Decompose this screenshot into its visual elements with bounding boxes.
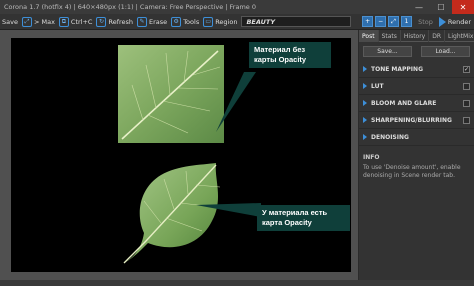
section-label: BLOOM AND GLARE <box>371 99 437 107</box>
tone-mapping-checkbox[interactable]: ✓ <box>463 65 470 73</box>
close-button[interactable]: ✕ <box>452 0 474 14</box>
save-button[interactable]: Save <box>0 14 20 30</box>
zoom-out-icon[interactable]: − <box>375 16 387 27</box>
tools-icon: ⚙ <box>171 16 182 27</box>
tab-post[interactable]: Post <box>359 30 379 42</box>
tab-lightmix[interactable]: LightMix <box>445 30 474 42</box>
render-element-select[interactable]: BEAUTY <box>241 16 352 27</box>
section-label: SHARPENING/BLURRING <box>371 116 452 124</box>
toolbar: Save ⤢ > Max ⧉ Ctrl+C ↻ Refresh ✎ Erase … <box>0 14 474 30</box>
section-tone-mapping[interactable]: TONE MAPPING ✓ <box>359 61 474 78</box>
section-lut[interactable]: LUT <box>359 78 474 95</box>
window-controls: — ☐ ✕ <box>408 0 474 14</box>
sharpening-checkbox[interactable] <box>463 116 470 124</box>
section-label: LUT <box>371 82 384 90</box>
render-button[interactable]: Render <box>438 16 471 27</box>
post-panel: Post Stats History DR LightMix Save... L… <box>359 30 474 280</box>
expand-arrow-icon <box>363 100 367 106</box>
toolbar-right: + − ⤢ 1 Stop Render <box>362 16 474 27</box>
expand-arrow-icon <box>363 117 367 123</box>
region-button[interactable]: ▭ Region <box>201 14 239 30</box>
status-bar <box>0 280 474 286</box>
section-label: TONE MAPPING <box>371 65 423 73</box>
region-label: Region <box>215 17 238 26</box>
title-bar: Corona 1.7 (hotfix 4) | 640×480px (1:1) … <box>0 0 474 14</box>
copy-button[interactable]: ⧉ Ctrl+C <box>57 14 95 30</box>
refresh-label: Refresh <box>108 17 134 26</box>
callout-no-opacity: Материал без карты Opacity <box>249 42 331 68</box>
stop-button[interactable]: Stop <box>414 18 437 26</box>
tools-label: Tools <box>183 17 200 26</box>
expand-arrow-icon <box>363 83 367 89</box>
erase-button[interactable]: ✎ Erase <box>135 14 169 30</box>
erase-icon: ✎ <box>137 16 148 27</box>
max-button[interactable]: ⤢ > Max <box>20 14 57 30</box>
load-settings-button[interactable]: Load... <box>421 46 470 57</box>
callout-pointer-bottom <box>196 203 261 217</box>
panel-buttons: Save... Load... <box>359 42 474 61</box>
minimize-button[interactable]: — <box>408 0 430 14</box>
lut-checkbox[interactable] <box>463 82 470 90</box>
copy-label: Ctrl+C <box>70 17 93 26</box>
tools-button[interactable]: ⚙ Tools <box>169 14 201 30</box>
zoom-in-icon[interactable]: + <box>362 16 374 27</box>
tab-dr[interactable]: DR <box>429 30 446 42</box>
callout-with-opacity: У материала есть карта Opacity <box>257 205 350 231</box>
section-sharpening-blurring[interactable]: SHARPENING/BLURRING <box>359 112 474 129</box>
erase-label: Erase <box>149 17 168 26</box>
leaf-image-no-opacity <box>118 45 224 143</box>
tab-stats[interactable]: Stats <box>379 30 401 42</box>
refresh-icon: ↻ <box>96 16 107 27</box>
render-canvas[interactable]: Материал без карты Opacity У материала е… <box>11 38 351 272</box>
zoom-fit-icon[interactable]: ⤢ <box>388 16 400 27</box>
section-label: DENOISING <box>371 133 409 141</box>
maximize-viewport-icon: ⤢ <box>21 16 32 27</box>
panel-tabs: Post Stats History DR LightMix <box>359 30 474 42</box>
expand-arrow-icon <box>363 66 367 72</box>
save-settings-button[interactable]: Save... <box>363 46 412 57</box>
info-text: To use 'Denoise amount', enable denoisin… <box>363 164 461 179</box>
refresh-button[interactable]: ↻ Refresh <box>94 14 135 30</box>
zoom-actual-icon[interactable]: 1 <box>401 16 413 27</box>
play-icon <box>438 16 446 27</box>
maximize-button[interactable]: ☐ <box>430 0 452 14</box>
info-title: INFO <box>363 154 380 161</box>
tab-history[interactable]: History <box>401 30 430 42</box>
section-bloom-and-glare[interactable]: BLOOM AND GLARE <box>359 95 474 112</box>
region-icon: ▭ <box>203 16 214 27</box>
callout-pointer-top <box>216 72 256 132</box>
render-label: Render <box>447 17 471 26</box>
expand-arrow-icon <box>363 134 367 140</box>
save-label: Save <box>2 17 18 26</box>
copy-icon: ⧉ <box>58 16 69 27</box>
bloom-checkbox[interactable] <box>463 99 470 107</box>
max-label: > Max <box>33 17 55 26</box>
window-title: Corona 1.7 (hotfix 4) | 640×480px (1:1) … <box>4 3 256 11</box>
section-denoising[interactable]: DENOISING <box>359 129 474 146</box>
